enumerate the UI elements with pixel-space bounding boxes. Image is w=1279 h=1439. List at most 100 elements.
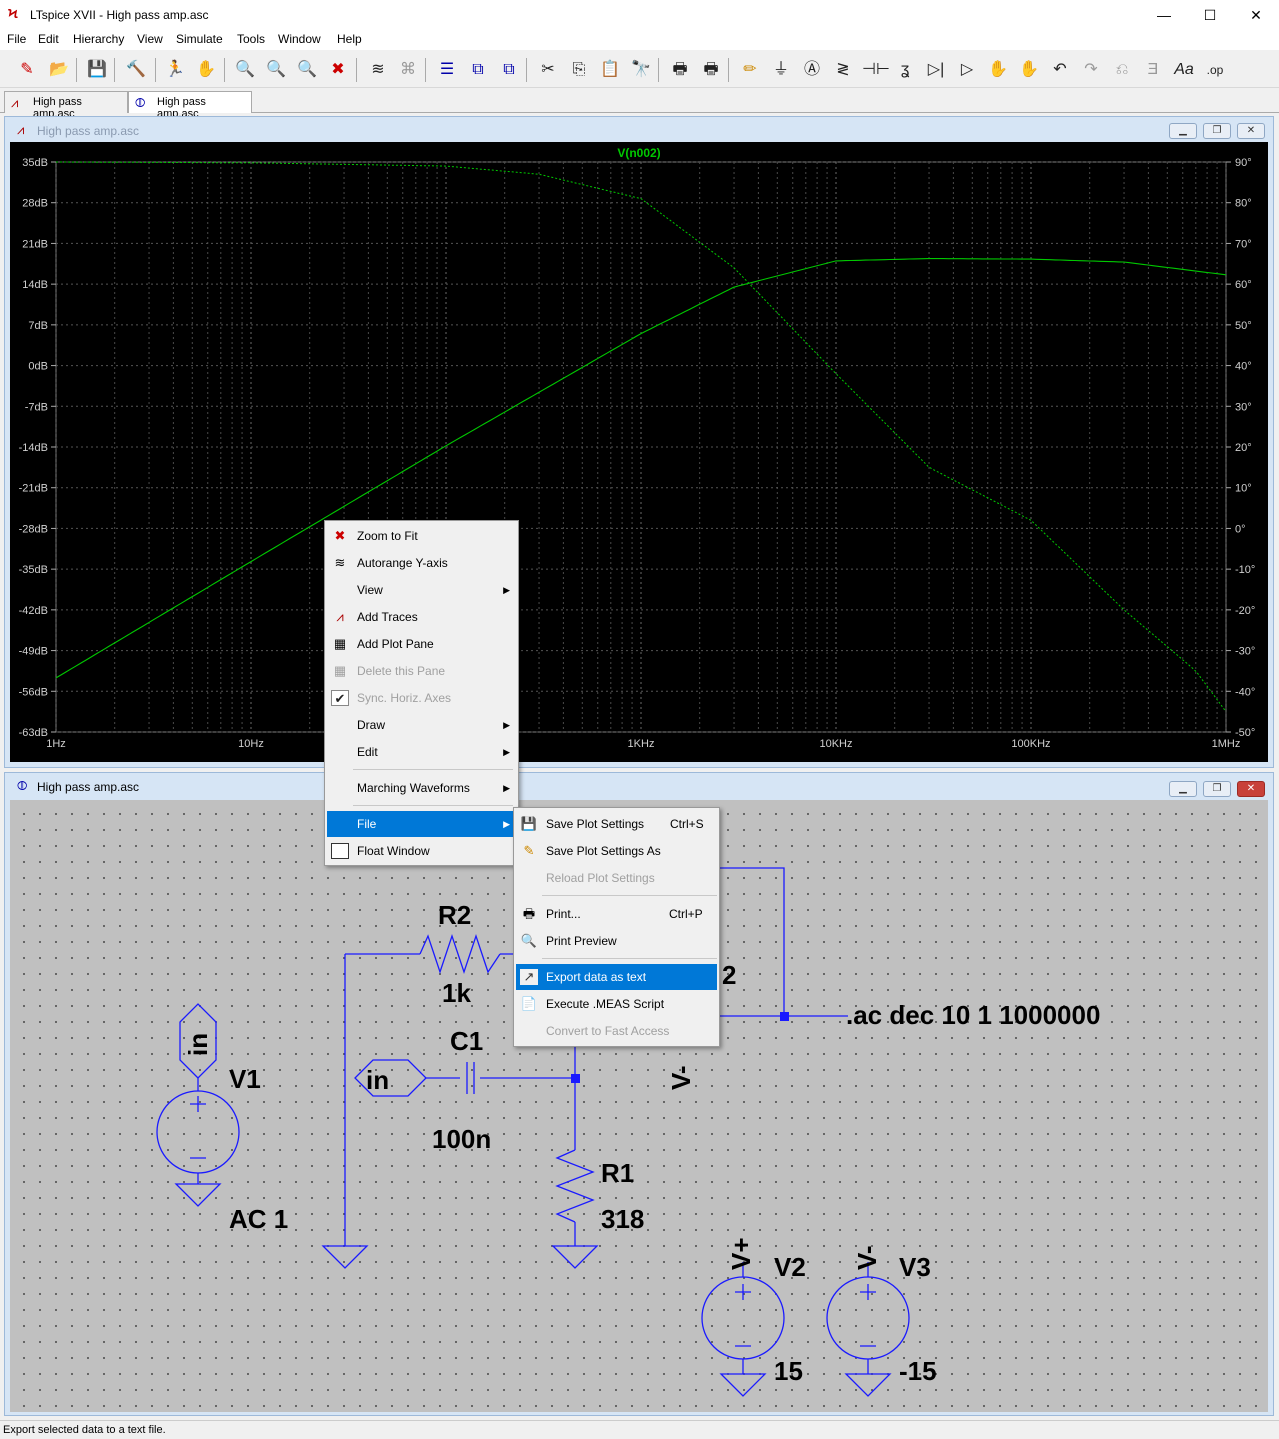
tile-vertical-icon[interactable]: ⧉ [497, 58, 521, 82]
copy-icon[interactable]: ⎘ [567, 58, 591, 82]
component-icon[interactable]: ▷ [955, 58, 979, 82]
minimize-button[interactable]: ▁ [1169, 123, 1197, 139]
r1-value[interactable]: 318 [601, 1204, 644, 1235]
tile-horizontal-icon[interactable]: ☰ [435, 58, 459, 82]
waveform-plot[interactable]: 35dB 90° 28dB 80° 21dB 70° 14dB 60° 7dB 50° 0dB 40°… [10, 142, 1268, 762]
opamp-u2-name[interactable]: 2 [722, 960, 736, 991]
draw-wire-icon[interactable]: ✏ [738, 58, 762, 82]
halt-icon[interactable]: ✋ [194, 58, 218, 82]
menu-item-draw[interactable]: Draw ▶ [327, 712, 516, 738]
net-label-in-text[interactable]: in [183, 1016, 214, 1056]
menu-item-file[interactable]: File ▶ [327, 811, 516, 837]
plot-pane[interactable]: 35dB 90° 28dB 80° 21dB 70° 14dB 60° 7dB 50° 0dB 40°… [10, 142, 1268, 762]
restore-button[interactable]: ❐ [1203, 781, 1231, 797]
redo-icon[interactable]: ↷ [1079, 58, 1103, 82]
v3-value[interactable]: -15 [899, 1356, 937, 1387]
menu-item-print[interactable]: 🖶 Print... Ctrl+P [516, 901, 717, 927]
opamp-vminus-label[interactable]: V- [666, 1044, 697, 1090]
close-button[interactable]: ✕ [1237, 123, 1265, 139]
trace-label[interactable]: V(n002) [617, 146, 660, 160]
menu-hierarchy[interactable]: Hierarchy [73, 32, 124, 46]
spice-directive-icon[interactable]: .op [1203, 58, 1227, 82]
menu-item-zoom-to-fit[interactable]: ✖ Zoom to Fit [327, 523, 516, 549]
control-panel-icon[interactable]: 🔨 [124, 58, 148, 82]
c1-value[interactable]: 100n [432, 1124, 491, 1155]
zoom-in-icon[interactable]: 🔍 [233, 58, 257, 82]
resistor-icon[interactable]: ≷ [831, 58, 855, 82]
net-label-in-text[interactable]: in [366, 1065, 389, 1096]
move-icon[interactable]: ✋ [986, 58, 1010, 82]
r1-name[interactable]: R1 [601, 1158, 634, 1189]
capacitor-icon[interactable]: ⊣⊢ [862, 58, 890, 82]
mirror-icon[interactable]: Ǝ [1141, 58, 1165, 82]
open-icon[interactable]: 📂 [47, 58, 71, 82]
menu-item-save-plot-settings[interactable]: 💾 Save Plot Settings Ctrl+S [516, 811, 717, 837]
tab-schematic[interactable]: ⦷ High pass amp.asc [128, 91, 252, 120]
r2-value[interactable]: 1k [442, 978, 471, 1009]
v-plus-label[interactable]: V+ [726, 1224, 757, 1270]
menu-item-marching-waveforms[interactable]: Marching Waveforms ▶ [327, 775, 516, 801]
menu-item-sync-axes[interactable]: ✔ Sync. Horiz. Axes [327, 685, 516, 711]
menu-item-export-data-as-text[interactable]: ↗ Export data as text [516, 964, 717, 990]
v3-name[interactable]: V3 [899, 1252, 931, 1283]
print-icon[interactable]: 🖶 [668, 58, 692, 82]
paste-icon[interactable]: 📋 [598, 58, 622, 82]
new-schematic-icon[interactable]: ✎ [15, 58, 39, 82]
menu-file[interactable]: File [7, 32, 26, 46]
autorange-icon[interactable]: ≋ [366, 58, 390, 82]
menu-item-edit[interactable]: Edit ▶ [327, 739, 516, 765]
cascade-icon[interactable]: ⧉ [466, 58, 490, 82]
r2-name[interactable]: R2 [438, 900, 471, 931]
menu-item-autorange[interactable]: ≋ Autorange Y-axis [327, 550, 516, 576]
menu-item-add-traces[interactable]: ⩘ Add Traces [327, 604, 516, 630]
pan-icon[interactable]: 🔍 [264, 58, 288, 82]
zoom-fit-icon[interactable]: ✖ [326, 58, 350, 82]
save-icon[interactable]: 💾 [85, 58, 109, 82]
text-icon[interactable]: Aa [1172, 58, 1196, 82]
menu-tools[interactable]: Tools [237, 32, 265, 46]
drag-icon[interactable]: ✋ [1017, 58, 1041, 82]
menu-item-print-preview[interactable]: 🔍 Print Preview [516, 928, 717, 954]
tab-waveform[interactable]: ⩘ High pass amp.asc [4, 91, 128, 120]
menu-item-save-plot-settings-as[interactable]: ✎ Save Plot Settings As [516, 838, 717, 864]
spice-directive[interactable]: .ac dec 10 1 1000000 [846, 1000, 1100, 1031]
run-icon[interactable]: 🏃 [163, 58, 187, 82]
rotate-icon[interactable]: ⎌ [1110, 58, 1134, 82]
v1-value[interactable]: AC 1 [229, 1204, 288, 1235]
menu-edit[interactable]: Edit [38, 32, 59, 46]
minimize-button[interactable]: ▁ [1169, 781, 1197, 797]
menu-item-execute-meas-script[interactable]: 📄 Execute .MEAS Script [516, 991, 717, 1017]
menu-item-convert-fast-access[interactable]: Convert to Fast Access [516, 1018, 717, 1044]
menu-help[interactable]: Help [337, 32, 362, 46]
menu-item-view[interactable]: View ▶ [327, 577, 516, 603]
minimize-button[interactable]: — [1141, 0, 1187, 30]
menu-item-reload-plot-settings[interactable]: Reload Plot Settings [516, 865, 717, 891]
label-net-icon[interactable]: Ⓐ [800, 58, 824, 82]
phase-trace[interactable] [56, 161, 1227, 712]
export-icon: ↗ [520, 969, 538, 985]
maximize-button[interactable]: ☐ [1187, 0, 1233, 30]
menu-item-float-window[interactable]: Float Window [327, 838, 516, 864]
inductor-icon[interactable]: ʓ [893, 58, 917, 82]
find-icon[interactable]: 🔭 [629, 58, 653, 82]
v1-name[interactable]: V1 [229, 1064, 261, 1095]
cut-icon[interactable]: ✂ [536, 58, 560, 82]
diode-icon[interactable]: ▷| [924, 58, 948, 82]
undo-icon[interactable]: ↶ [1048, 58, 1072, 82]
v-minus-label[interactable]: V- [852, 1224, 883, 1270]
menu-simulate[interactable]: Simulate [176, 32, 223, 46]
close-button[interactable]: ✕ [1233, 0, 1279, 30]
restore-button[interactable]: ❐ [1203, 123, 1231, 139]
v2-value[interactable]: 15 [774, 1356, 803, 1387]
menu-item-add-plot-pane[interactable]: ▦ Add Plot Pane [327, 631, 516, 657]
print-setup-icon[interactable]: 🖶 [699, 58, 723, 82]
v2-name[interactable]: V2 [774, 1252, 806, 1283]
measure-icon[interactable]: ⌘ [396, 58, 420, 82]
menu-view[interactable]: View [137, 32, 163, 46]
menu-item-delete-pane[interactable]: ▦ Delete this Pane [327, 658, 516, 684]
close-button[interactable]: ✕ [1237, 781, 1265, 797]
menu-window[interactable]: Window [278, 32, 321, 46]
c1-name[interactable]: C1 [450, 1026, 483, 1057]
zoom-out-icon[interactable]: 🔍 [295, 58, 319, 82]
ground-icon[interactable]: ⏚ [769, 58, 793, 82]
